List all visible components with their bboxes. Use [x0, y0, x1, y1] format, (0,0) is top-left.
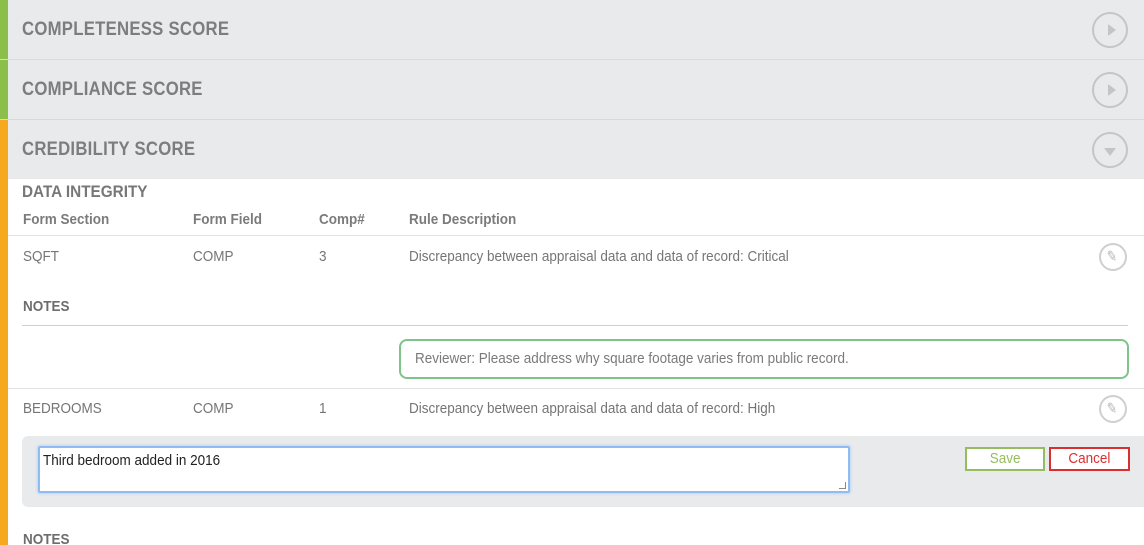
row-comp-number: 3	[319, 248, 327, 265]
row-rule-description: Discrepancy between appraisal data and d…	[409, 248, 789, 265]
pencil-icon: ✎	[1104, 399, 1120, 417]
row-divider	[8, 388, 1144, 389]
data-integrity-heading: DATA INTEGRITY	[22, 182, 148, 201]
credibility-side-bar	[0, 120, 8, 545]
edit-row-button[interactable]: ✎	[1099, 243, 1127, 271]
compliance-score-title: COMPLIANCE SCORE	[22, 79, 203, 100]
resize-handle-icon[interactable]	[839, 482, 846, 489]
completeness-status-bar	[0, 0, 8, 59]
expand-compliance-button[interactable]	[1092, 72, 1128, 108]
cancel-button[interactable]: Cancel	[1049, 447, 1130, 471]
credibility-score-header[interactable]: CREDIBILITY SCORE	[0, 120, 1144, 179]
note-textarea-value[interactable]: Third bedroom added in 2016	[43, 452, 220, 469]
compliance-status-bar	[0, 60, 8, 119]
note-textarea[interactable]: Third bedroom added in 2016	[38, 446, 850, 493]
completeness-score-header[interactable]: COMPLETENESS SCORE	[0, 0, 1144, 60]
play-icon	[1108, 84, 1116, 96]
cancel-button-label: Cancel	[1068, 450, 1111, 467]
save-button-label: Save	[989, 450, 1021, 467]
column-header-form-field: Form Field	[193, 211, 263, 228]
reviewer-note-text: Reviewer: Please address why square foot…	[415, 350, 849, 367]
row-form-section: SQFT	[23, 248, 59, 265]
expand-completeness-button[interactable]	[1092, 12, 1128, 48]
pencil-icon: ✎	[1104, 247, 1120, 265]
completeness-score-title: COMPLETENESS SCORE	[22, 19, 230, 40]
column-header-form-section: Form Section	[23, 211, 110, 228]
column-header-rule-description: Rule Description	[409, 211, 517, 228]
credibility-score-title: CREDIBILITY SCORE	[22, 139, 196, 160]
edit-row-button[interactable]: ✎	[1099, 395, 1127, 423]
note-edit-panel: Third bedroom added in 2016 Save Cancel	[22, 436, 1144, 507]
notes-divider	[22, 325, 1128, 326]
play-icon	[1108, 24, 1116, 36]
row-form-section: BEDROOMS	[23, 400, 102, 417]
column-header-comp-number: Comp#	[319, 211, 365, 228]
chevron-down-icon	[1104, 148, 1116, 156]
notes-label: NOTES	[23, 298, 70, 315]
compliance-score-header[interactable]: COMPLIANCE SCORE	[0, 60, 1144, 120]
row-form-field: COMP	[193, 400, 234, 417]
notes-label: NOTES	[23, 531, 70, 545]
reviewer-note: Reviewer: Please address why square foot…	[399, 339, 1129, 379]
header-divider	[8, 235, 1144, 236]
save-button[interactable]: Save	[965, 447, 1045, 471]
collapse-credibility-button[interactable]	[1092, 132, 1128, 168]
row-rule-description: Discrepancy between appraisal data and d…	[409, 400, 776, 417]
row-comp-number: 1	[319, 400, 327, 417]
row-form-field: COMP	[193, 248, 234, 265]
